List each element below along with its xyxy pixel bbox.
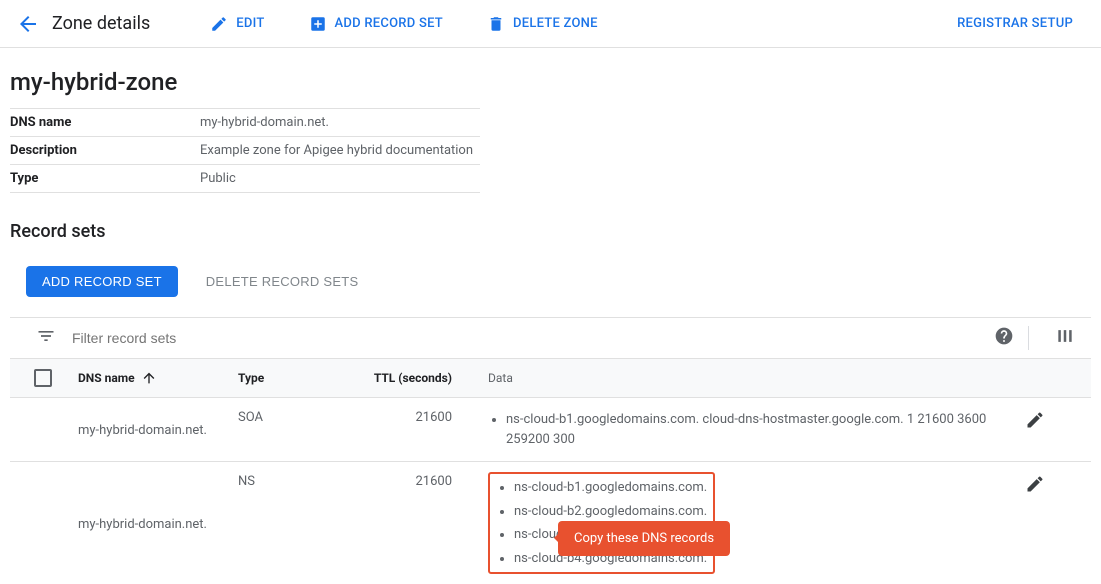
select-all-checkbox[interactable]: [34, 369, 52, 387]
col-header-data[interactable]: Data: [468, 371, 1025, 385]
back-arrow-icon[interactable]: [16, 12, 40, 36]
row-ttl: 21600: [348, 408, 468, 451]
sort-asc-icon: [141, 370, 157, 386]
add-record-set-primary-button[interactable]: ADD RECORD SET: [26, 266, 178, 297]
page-title: Zone details: [52, 13, 150, 34]
dns-name-label: DNS name: [10, 115, 200, 130]
dns-name-value: my-hybrid-domain.net.: [200, 115, 329, 130]
filter-icon[interactable]: [36, 326, 56, 350]
row-data: ns-cloud-b1.googledomains.com. cloud-dns…: [468, 408, 1025, 451]
add-record-set-label: ADD RECORD SET: [335, 16, 443, 31]
table-header: DNS name Type TTL (seconds) Data: [10, 358, 1091, 398]
edit-button-label: EDIT: [236, 16, 264, 31]
registrar-setup-button[interactable]: REGISTRAR SETUP: [945, 16, 1085, 31]
col-header-type[interactable]: Type: [238, 371, 348, 385]
delete-zone-button[interactable]: DELETE ZONE: [475, 15, 610, 33]
pencil-icon: [210, 15, 228, 33]
row-dns-name: my-hybrid-domain.net.: [78, 408, 238, 451]
row-data: ns-cloud-b1.googledomains.com. ns-cloud-…: [468, 472, 1025, 574]
edit-row-button[interactable]: [1025, 408, 1075, 451]
help-icon[interactable]: [994, 326, 1014, 350]
description-label: Description: [10, 143, 200, 158]
filter-input[interactable]: [72, 330, 982, 346]
delete-zone-label: DELETE ZONE: [513, 16, 598, 31]
type-label: Type: [10, 171, 200, 186]
col-header-dns-name[interactable]: DNS name: [78, 370, 238, 386]
delete-record-sets-button[interactable]: DELETE RECORD SETS: [190, 266, 375, 297]
registrar-setup-label: REGISTRAR SETUP: [957, 16, 1073, 31]
row-ttl: 21600: [348, 472, 468, 574]
type-value: Public: [200, 171, 236, 186]
zone-info-table: DNS name my-hybrid-domain.net. Descripti…: [10, 108, 480, 193]
table-row: my-hybrid-domain.net. SOA 21600 ns-cloud…: [10, 398, 1091, 462]
col-header-ttl[interactable]: TTL (seconds): [348, 371, 468, 385]
edit-button[interactable]: EDIT: [198, 15, 276, 33]
edit-row-button[interactable]: [1025, 472, 1075, 574]
top-bar: Zone details EDIT ADD RECORD SET DELETE …: [0, 0, 1101, 48]
row-type: NS: [238, 472, 348, 574]
row-type: SOA: [238, 408, 348, 451]
columns-icon[interactable]: [1055, 326, 1075, 350]
filter-row: [10, 317, 1091, 358]
zone-name-heading: my-hybrid-zone: [10, 68, 1091, 96]
add-box-icon: [309, 15, 327, 33]
delete-icon: [487, 15, 505, 33]
record-sets-heading: Record sets: [10, 221, 1091, 242]
row-dns-name: my-hybrid-domain.net.: [78, 472, 238, 574]
add-record-set-button[interactable]: ADD RECORD SET: [297, 15, 455, 33]
description-value: Example zone for Apigee hybrid documenta…: [200, 143, 473, 158]
table-row: my-hybrid-domain.net. NS 21600 ns-cloud-…: [10, 462, 1091, 584]
